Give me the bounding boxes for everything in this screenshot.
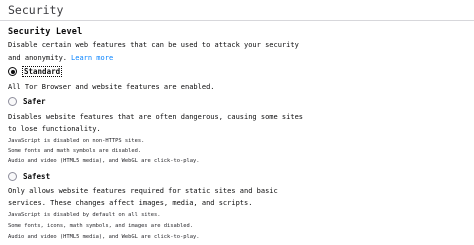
safest-detail-item: Some fonts, icons, math symbols, and ima…: [8, 223, 193, 229]
option-safest[interactable]: Safest: [8, 172, 50, 181]
safest-detail-item: JavaScript is disabled by default on all…: [8, 212, 161, 218]
safer-description: Disables website features that are often…: [8, 113, 304, 133]
safer-detail-item: Some fonts and math symbols are disabled…: [8, 148, 142, 154]
safest-label[interactable]: Safest: [23, 172, 50, 181]
standard-description: All Tor Browser and website features are…: [8, 83, 215, 91]
section-title: Security: [8, 3, 64, 17]
safer-detail-item: Audio and video (HTML5 media), and WebGL…: [8, 158, 200, 164]
security-level-description: Disable certain web features that can be…: [8, 39, 308, 64]
security-level-heading: Security Level: [8, 27, 83, 37]
standard-label[interactable]: Standard: [21, 66, 63, 77]
option-safer[interactable]: Safer: [8, 97, 46, 106]
safer-label[interactable]: Safer: [23, 97, 46, 106]
safest-description: Only allows website features required fo…: [8, 187, 278, 207]
standard-radio[interactable]: [8, 67, 17, 76]
option-standard[interactable]: Standard: [8, 66, 63, 77]
safer-radio[interactable]: [8, 97, 17, 106]
section-divider: [0, 20, 474, 21]
security-level-description-text: Disable certain web features that can be…: [8, 41, 299, 62]
safest-radio[interactable]: [8, 172, 17, 181]
safest-detail-item: Audio and video (HTML5 media), and WebGL…: [8, 234, 200, 240]
safer-detail-item: JavaScript is disabled on non-HTTPS site…: [8, 138, 145, 144]
learn-more-link[interactable]: Learn more: [71, 54, 113, 62]
